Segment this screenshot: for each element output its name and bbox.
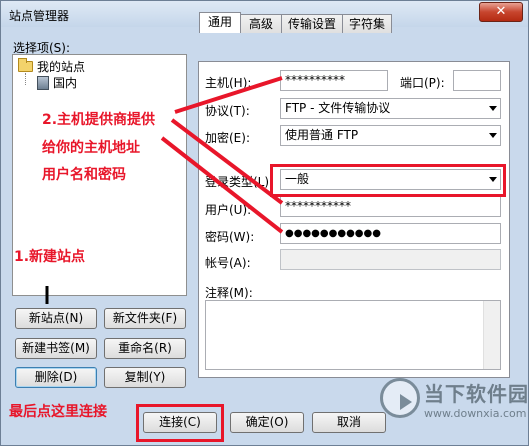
comments-label: 注释(M): bbox=[205, 286, 253, 300]
tab-general[interactable]: 通用 bbox=[199, 12, 241, 33]
tree-item-my-sites[interactable]: 我的站点 bbox=[18, 58, 85, 75]
account-input bbox=[280, 249, 501, 270]
port-label: 端口(P): bbox=[400, 76, 445, 90]
watermark-logo-icon bbox=[380, 378, 420, 418]
folder-icon bbox=[18, 58, 33, 72]
password-input[interactable]: ●●●●●●●●●●● bbox=[280, 223, 501, 244]
encryption-value: 使用普通 FTP bbox=[285, 128, 359, 142]
window-title: 站点管理器 bbox=[9, 9, 70, 23]
chevron-down-icon bbox=[489, 106, 497, 111]
tree-connector bbox=[25, 73, 26, 85]
watermark-name: 当下软件园 bbox=[424, 382, 529, 406]
annotation-step2-line3: 用户名和密码 bbox=[42, 167, 126, 183]
new-folder-button[interactable]: 新文件夹(F) bbox=[104, 308, 186, 329]
host-input[interactable]: ********** bbox=[280, 70, 388, 91]
annotation-step2-line2: 给你的主机地址 bbox=[42, 140, 140, 156]
protocol-label: 协议(T): bbox=[205, 104, 250, 118]
protocol-value: FTP - 文件传输协议 bbox=[285, 101, 391, 115]
chevron-down-icon bbox=[489, 133, 497, 138]
connect-highlight bbox=[136, 404, 224, 442]
watermark: 当下软件园 www.downxia.com bbox=[378, 376, 528, 446]
tab-transfer-settings[interactable]: 传输设置 bbox=[281, 14, 343, 33]
protocol-select[interactable]: FTP - 文件传输协议 bbox=[280, 98, 501, 119]
logon-type-highlight bbox=[270, 164, 506, 197]
password-label: 密码(W): bbox=[205, 230, 255, 244]
port-input[interactable] bbox=[453, 70, 501, 91]
tree-item-domestic[interactable]: 国内 bbox=[37, 74, 77, 91]
ok-button[interactable]: 确定(O) bbox=[230, 412, 304, 433]
computer-icon bbox=[37, 75, 49, 90]
logon-type-label: 登录类型(L): bbox=[205, 175, 274, 189]
tab-advanced[interactable]: 高级 bbox=[240, 14, 282, 33]
watermark-url: www.downxia.com bbox=[424, 407, 527, 420]
tab-charset[interactable]: 字符集 bbox=[342, 14, 392, 33]
delete-button[interactable]: 删除(D) bbox=[15, 367, 97, 388]
host-label: 主机(H): bbox=[205, 76, 252, 90]
rename-button[interactable]: 重命名(R) bbox=[104, 338, 186, 359]
encryption-label: 加密(E): bbox=[205, 131, 250, 145]
new-site-button[interactable]: 新站点(N) bbox=[15, 308, 97, 329]
copy-button[interactable]: 复制(Y) bbox=[104, 367, 186, 388]
close-button[interactable]: ✕ bbox=[479, 2, 523, 22]
tree-item-label: 国内 bbox=[53, 76, 78, 90]
annotation-step3: 最后点这里连接 bbox=[9, 404, 107, 420]
encryption-select[interactable]: 使用普通 FTP bbox=[280, 125, 501, 146]
comments-scrollbar[interactable] bbox=[483, 301, 500, 369]
annotation-step1: 1.新建站点 bbox=[14, 249, 86, 265]
new-bookmark-button[interactable]: 新建书签(M) bbox=[15, 338, 97, 359]
user-input[interactable]: *********** bbox=[280, 196, 501, 217]
cancel-button[interactable]: 取消 bbox=[312, 412, 386, 433]
comments-textarea[interactable] bbox=[205, 300, 501, 370]
account-label: 帐号(A): bbox=[205, 256, 251, 270]
tree-item-label: 我的站点 bbox=[37, 60, 86, 74]
annotation-step2: 2.主机提供商提供 bbox=[42, 112, 156, 128]
user-label: 用户(U): bbox=[205, 203, 252, 217]
